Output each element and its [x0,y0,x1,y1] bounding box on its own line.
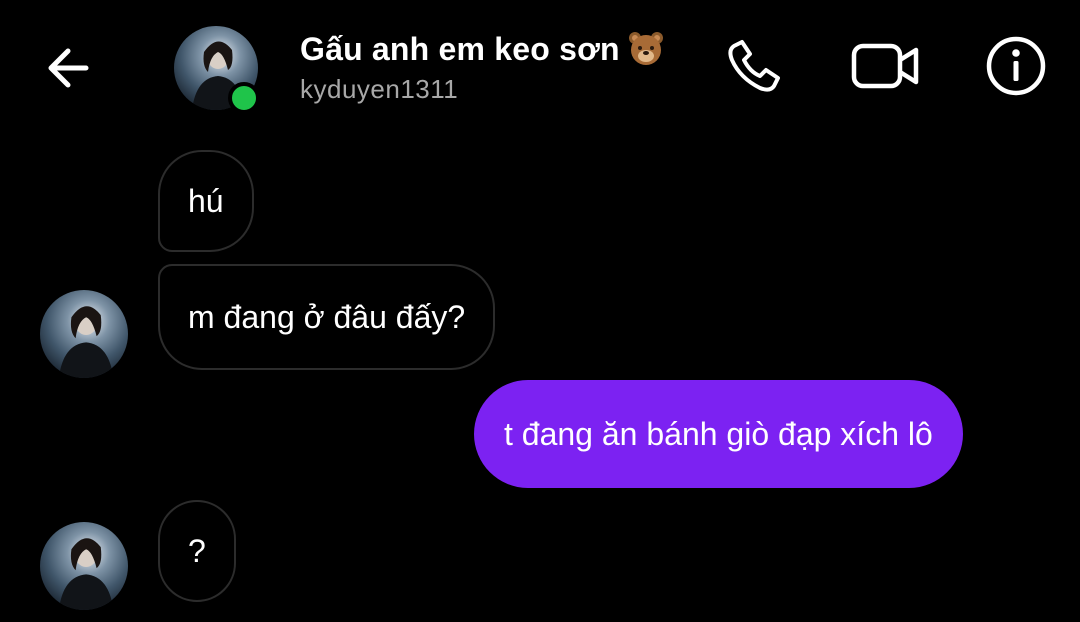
message-bubble-incoming[interactable]: m đang ở đâu đấy? [158,264,496,370]
message-bubble-incoming[interactable]: hú [158,150,254,252]
info-icon [986,36,1046,96]
message-bubble-outgoing[interactable]: t đang ăn bánh giò đạp xích lô [474,380,963,488]
video-camera-icon [851,43,919,89]
message-text: m đang ở đâu đấy? [188,298,466,335]
message-text: t đang ăn bánh giò đạp xích lô [504,415,933,452]
message-text: hú [188,182,224,219]
phone-icon [728,40,780,92]
back-button[interactable] [40,40,96,96]
message-text: ? [188,532,206,569]
message-bubble-incoming[interactable]: ? [158,500,236,602]
bear-face-emoji [626,28,666,68]
sender-avatar[interactable] [40,290,128,378]
arrow-left-icon [48,48,89,88]
chat-username: kyduyen1311 [300,74,459,104]
video-call-button[interactable] [850,34,922,98]
voice-call-button[interactable] [722,34,786,98]
online-status-dot [228,82,260,114]
chat-title-text: Gấu anh em keo sơn [300,31,620,67]
avatar-photo [58,306,114,378]
chat-title[interactable]: Gấu anh em keo sơn [300,28,666,68]
sender-avatar[interactable] [40,522,128,610]
avatar-photo [58,538,114,610]
conversation-info-button[interactable] [984,34,1048,98]
